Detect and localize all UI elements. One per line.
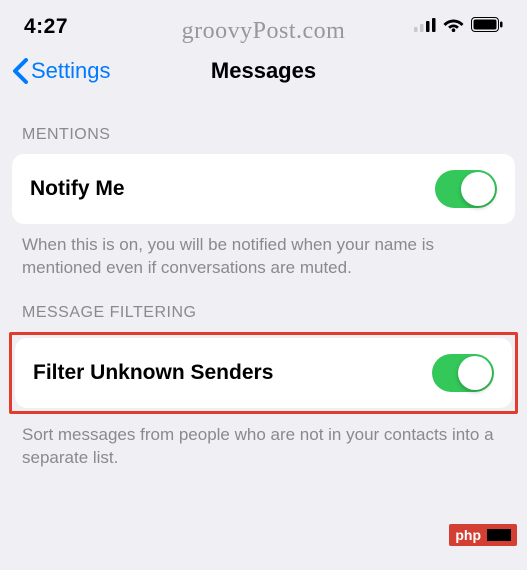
blackbox-icon [487,529,511,541]
back-label: Settings [31,58,111,84]
section-header-mentions: MENTIONS [0,102,527,154]
filter-unknown-senders-row[interactable]: Filter Unknown Senders [15,338,512,408]
cellular-signal-icon [414,18,436,37]
toggle-knob [461,172,495,206]
notify-me-toggle[interactable] [435,170,497,208]
notify-me-label: Notify Me [30,177,125,201]
notify-me-row[interactable]: Notify Me [12,154,515,224]
php-watermark-badge: php [449,524,517,546]
php-badge-text: php [455,527,481,543]
filter-unknown-senders-toggle[interactable] [432,354,494,392]
status-time: 4:27 [24,15,68,39]
section-footer-filtering: Sort messages from people who are not in… [0,414,527,470]
wifi-icon [443,17,464,37]
section-footer-mentions: When this is on, you will be notified wh… [0,224,527,280]
chevron-left-icon [12,58,29,84]
toggle-knob [458,356,492,390]
battery-icon [471,17,503,37]
filter-unknown-senders-label: Filter Unknown Senders [33,361,273,385]
highlight-annotation: Filter Unknown Senders [9,332,518,414]
back-button[interactable]: Settings [12,58,111,84]
nav-bar: Settings Messages [0,48,527,102]
status-bar: 4:27 [0,0,527,48]
page-title: Messages [211,58,316,84]
status-icons [414,17,503,37]
section-header-filtering: MESSAGE FILTERING [0,280,527,332]
